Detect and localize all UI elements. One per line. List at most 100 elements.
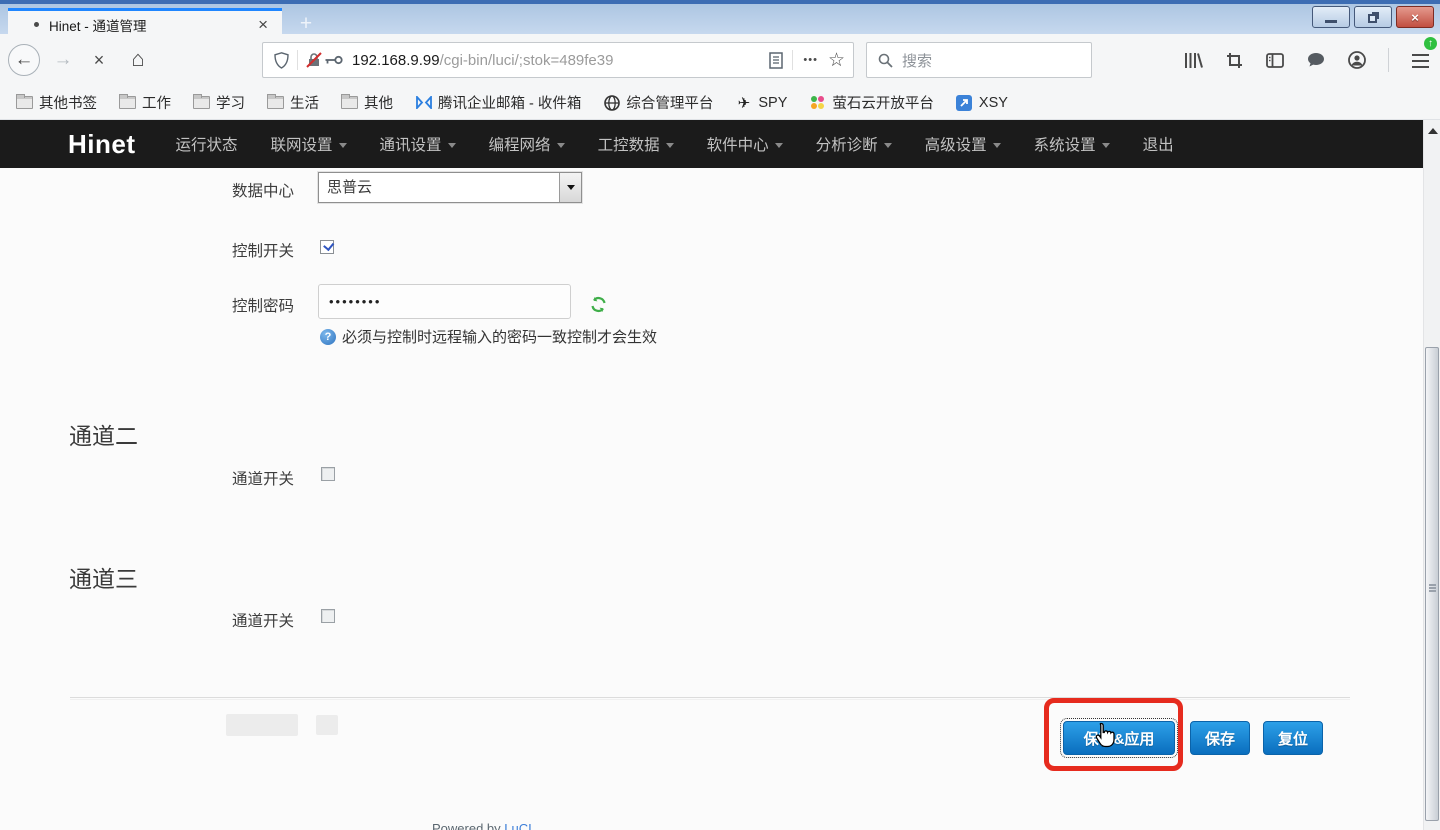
bookmark-ezviz[interactable]: 萤石云开放平台 [809,92,934,113]
nav-item-advanced-settings[interactable]: 高级设置 [925,133,1001,155]
urlbar-divider [792,50,793,70]
bookmark-folder-misc[interactable]: 其他 [341,92,393,113]
help-icon: ? [320,329,336,345]
data-center-value: 思普云 [319,173,559,202]
nav-item-network-settings[interactable]: 联网设置 [271,133,347,155]
nav-item-comm-settings[interactable]: 通讯设置 [380,133,456,155]
search-input[interactable]: 搜索 [902,50,932,71]
url-text[interactable]: 192.168.9.99/cgi-bin/luci/;stok=489fe39 [352,52,766,69]
nav-item-programming-network[interactable]: 编程网络 [489,133,565,155]
bookmark-xsy[interactable]: XSY [956,94,1008,111]
control-switch-checkbox[interactable] [320,240,334,254]
tencent-mail-icon [415,94,432,111]
urlbar-divider [297,50,298,70]
insecure-lock-icon[interactable] [304,50,324,70]
chevron-down-icon [884,143,892,148]
forward-button[interactable]: → [48,49,78,71]
browser-window: Hinet - 通道管理 × + × ← → × ⌂ [0,0,1440,830]
search-icon [875,50,895,70]
control-password-input[interactable]: •••••••• [318,284,571,319]
folder-icon [267,96,284,109]
password-hint-text: 必须与控制时远程输入的密码一致控制才会生效 [342,326,657,347]
data-center-select[interactable]: 思普云 [318,172,582,203]
nav-item-diagnostics[interactable]: 分析诊断 [816,133,892,155]
chevron-down-icon [339,143,347,148]
close-icon: × [1411,10,1419,25]
toolbar-divider [1388,48,1389,72]
render-artifact [316,715,338,735]
site-brand[interactable]: Hinet [68,129,136,160]
minimize-icon [1325,20,1337,23]
refresh-icon[interactable] [588,294,608,314]
bookmark-mgmt-platform[interactable]: 综合管理平台 [603,92,713,113]
shield-icon[interactable] [271,50,291,70]
bookmarks-bar: 其他书签 工作 学习 生活 其他 腾讯企业邮箱 - 收件箱 综合管理平台 ✈ S… [0,86,1440,120]
folder-icon [16,96,33,109]
bookmark-folder-other[interactable]: 其他书签 [16,92,97,113]
restore-icon [1368,14,1377,23]
home-button[interactable]: ⌂ [122,49,154,71]
plane-icon: ✈ [735,94,752,111]
library-icon[interactable] [1183,50,1203,70]
reader-mode-icon[interactable] [766,50,786,70]
scrollbar-thumb[interactable] [1425,347,1439,821]
hamburger-icon [1412,54,1429,57]
ezviz-dots-icon [809,94,826,111]
folder-icon [341,96,358,109]
menu-button[interactable]: ↑ [1410,50,1430,70]
nav-item-industrial-data[interactable]: 工控数据 [598,133,674,155]
tab-close-icon[interactable]: × [252,15,274,35]
nav-item-software-center[interactable]: 软件中心 [707,133,783,155]
back-button[interactable]: ← [8,44,40,76]
section-divider [70,697,1350,700]
channel2-switch-checkbox[interactable] [321,467,335,481]
bookmark-folder-work[interactable]: 工作 [119,92,171,113]
reset-button[interactable]: 复位 [1263,721,1323,755]
account-icon[interactable] [1347,50,1367,70]
save-apply-button[interactable]: 保存&应用 [1063,721,1175,755]
window-controls: × [1312,6,1434,28]
chevron-down-icon [1102,143,1110,148]
footer-link[interactable]: LuCI [504,821,531,830]
minimize-button[interactable] [1312,6,1350,28]
folder-icon [193,96,210,109]
page-scrollbar[interactable] [1423,120,1440,830]
url-path: /cgi-bin/luci/;stok=489fe39 [440,52,614,69]
stop-button[interactable]: × [84,50,114,71]
url-host: 192.168.9.99 [352,52,440,69]
select-dropdown-icon[interactable] [559,173,581,202]
chevron-down-icon [993,143,1001,148]
bookmark-folder-life[interactable]: 生活 [267,92,319,113]
render-artifact [226,714,298,736]
messages-bubble-icon[interactable] [1306,50,1326,70]
chevron-down-icon [557,143,565,148]
section-title-channel-2: 通道二 [69,417,138,451]
scrollbar-up-icon[interactable] [1424,124,1440,138]
new-tab-button[interactable]: + [292,12,320,36]
restore-button[interactable] [1354,6,1392,28]
bookmark-tencent-mail[interactable]: 腾讯企业邮箱 - 收件箱 [415,92,581,113]
password-hint: ? 必须与控制时远程输入的密码一致控制才会生效 [320,326,657,347]
chevron-down-icon [775,143,783,148]
page-footer: Powered by LuCI [432,821,1032,830]
sidebar-toggle-icon[interactable] [1265,50,1285,70]
bookmark-spy[interactable]: ✈ SPY [735,94,787,111]
nav-item-run-status[interactable]: 运行状态 [176,133,238,155]
key-icon[interactable] [324,50,344,70]
xsy-arrow-icon [956,94,973,111]
page-content: Hinet 运行状态 联网设置 通讯设置 编程网络 工控数据 软件中心 分析诊断… [0,120,1423,830]
bookmark-folder-study[interactable]: 学习 [193,92,245,113]
globe-icon [603,94,620,111]
page-actions-icon[interactable]: ••• [799,54,822,66]
url-bar[interactable]: 192.168.9.99/cgi-bin/luci/;stok=489fe39 … [262,42,854,78]
chevron-down-icon [666,143,674,148]
chevron-down-icon [448,143,456,148]
save-button[interactable]: 保存 [1190,721,1250,755]
close-button[interactable]: × [1396,6,1434,28]
bookmark-star-icon[interactable]: ☆ [822,49,845,72]
channel3-switch-checkbox[interactable] [321,609,335,623]
search-bar[interactable]: 搜索 [866,42,1092,78]
nav-item-system-settings[interactable]: 系统设置 [1034,133,1110,155]
nav-item-logout[interactable]: 退出 [1143,133,1174,155]
screenshot-crop-icon[interactable] [1224,50,1244,70]
